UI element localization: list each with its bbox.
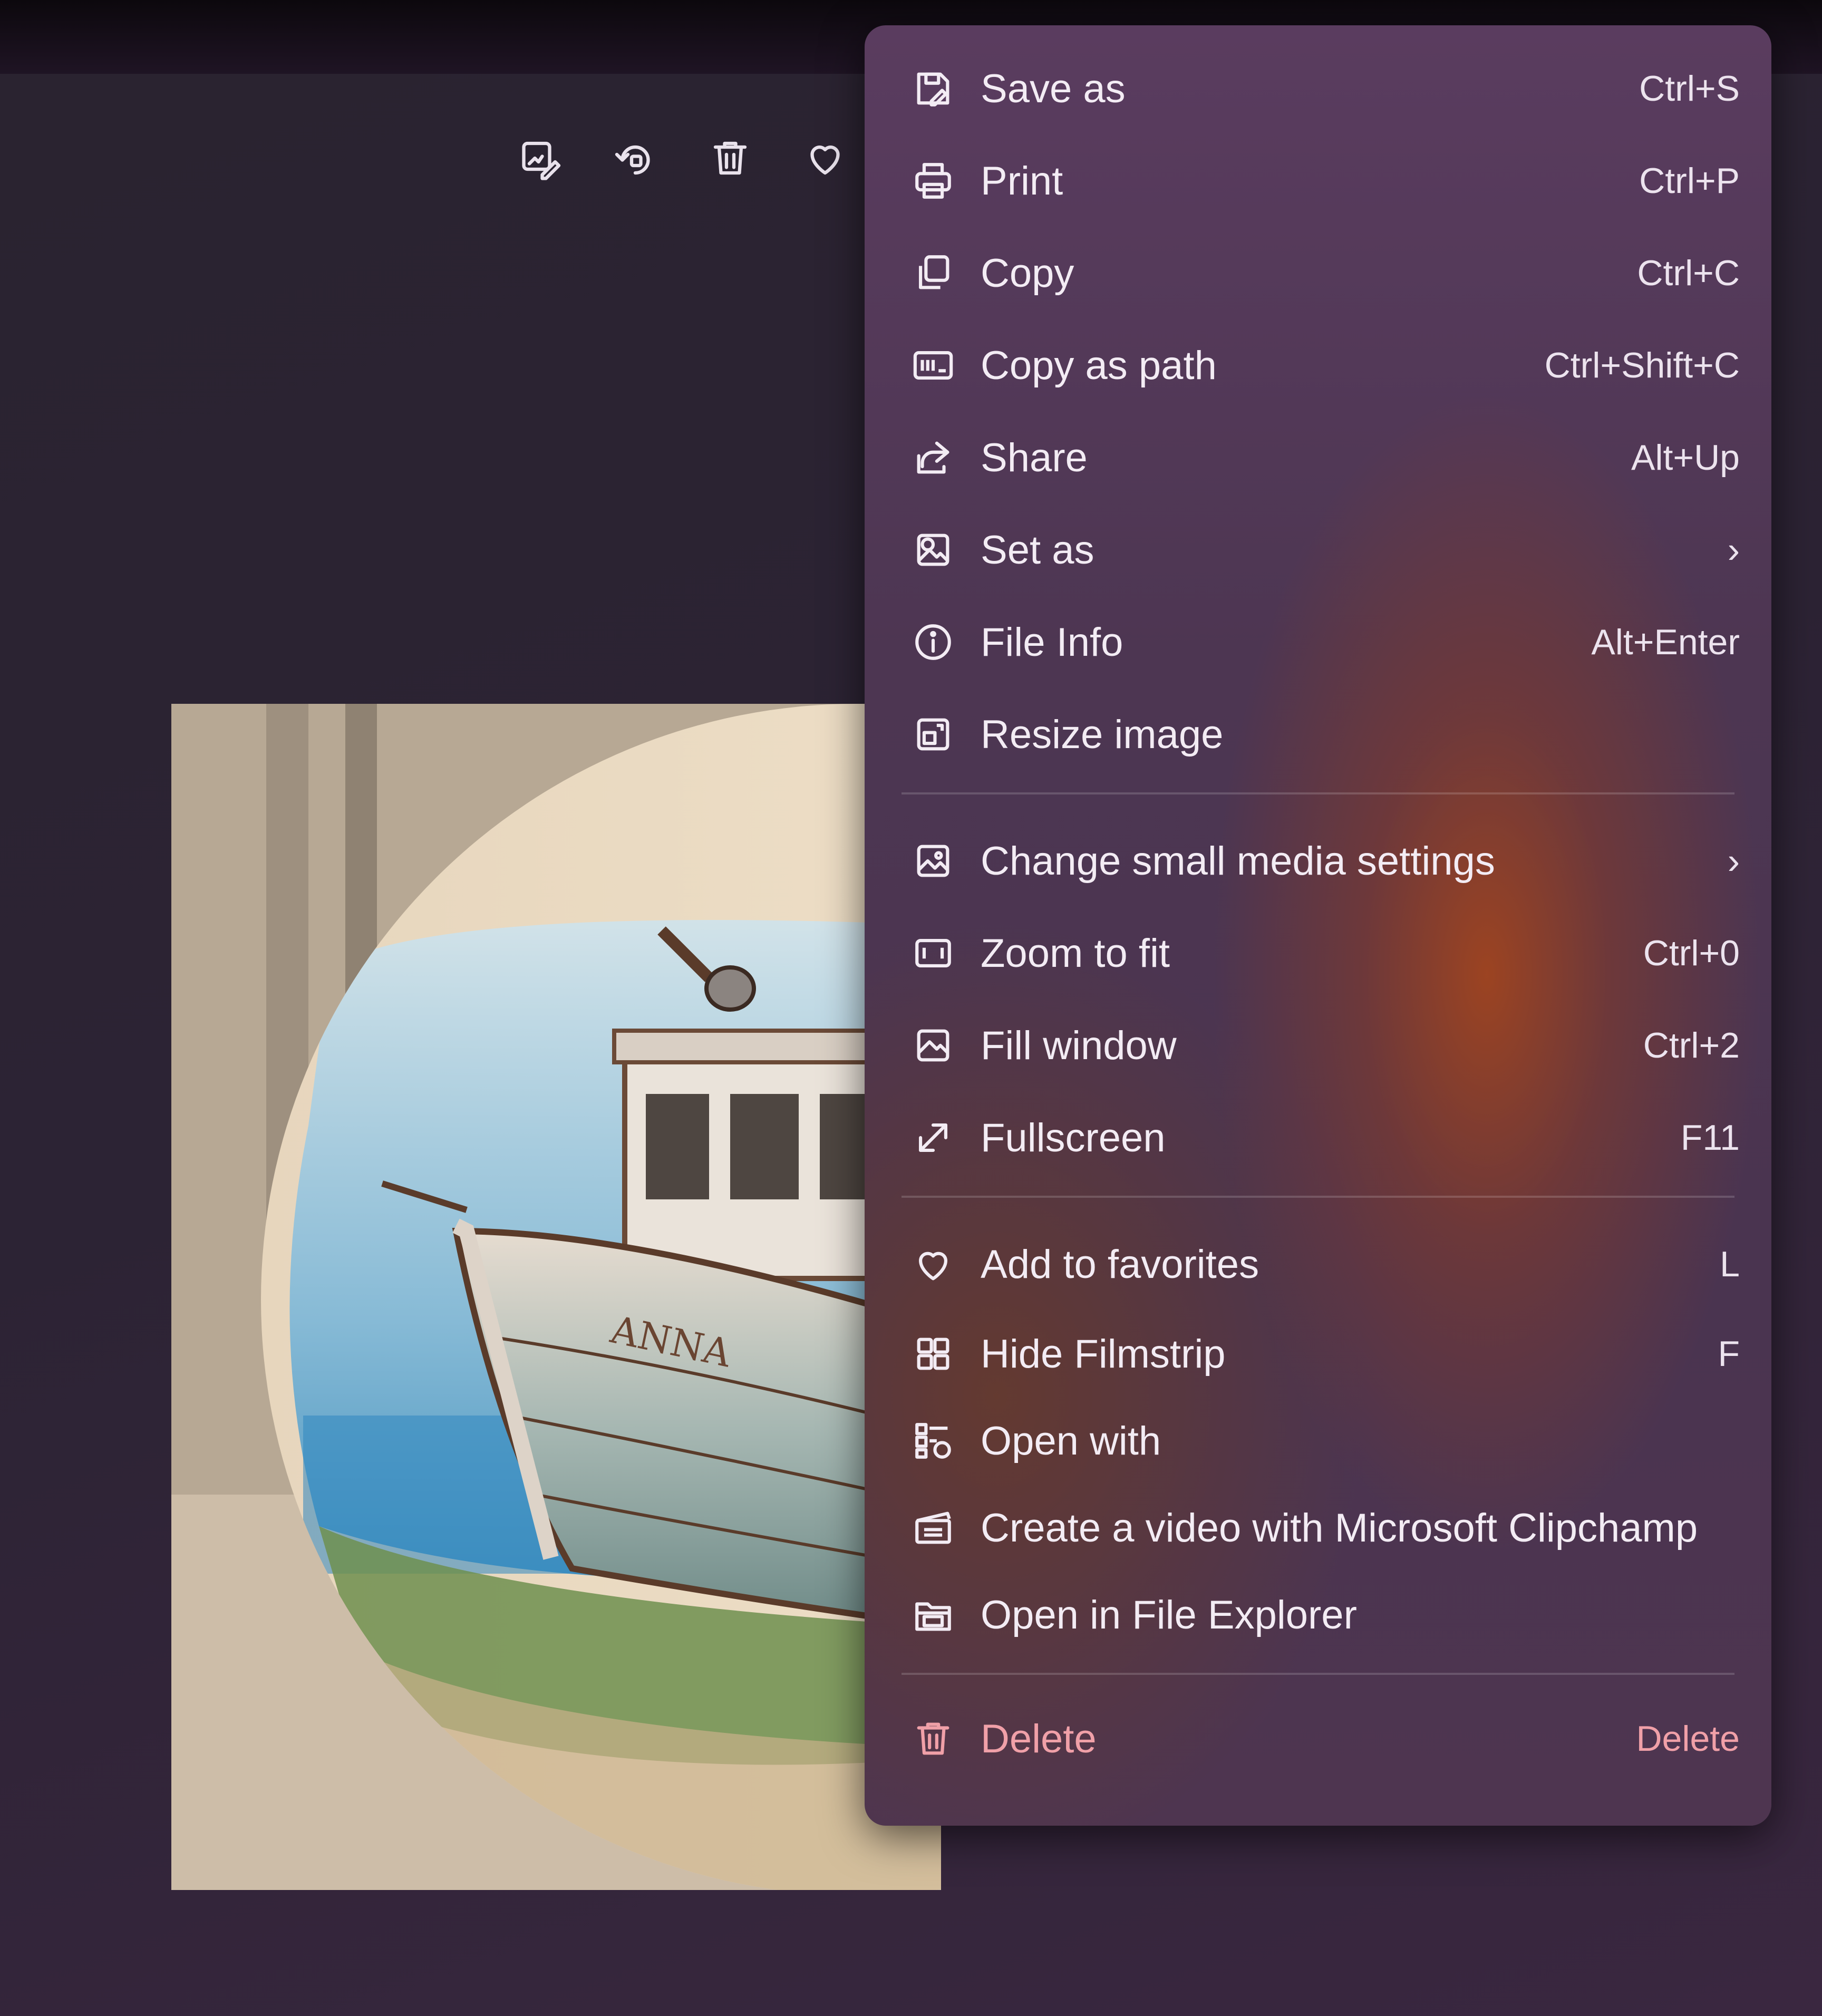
menu-separator bbox=[902, 1196, 1734, 1198]
copy-path-icon bbox=[907, 339, 960, 392]
context-menu: Save as Ctrl+S Print Ctrl+P Copy Ctrl+C … bbox=[865, 25, 1771, 1826]
menu-item-shortcut: Ctrl+P bbox=[1639, 161, 1740, 201]
edit-image-button[interactable] bbox=[503, 121, 577, 195]
resize-icon bbox=[907, 708, 960, 761]
menu-item-print[interactable]: Print Ctrl+P bbox=[907, 139, 1740, 223]
share-icon bbox=[907, 431, 960, 484]
heart-icon bbox=[810, 146, 840, 175]
menu-item-shortcut: Ctrl+S bbox=[1639, 69, 1740, 109]
menu-item-resize-image[interactable]: Resize image bbox=[907, 692, 1740, 777]
rotate-button[interactable] bbox=[598, 121, 672, 195]
menu-item-zoom-to-fit[interactable]: Zoom to fit Ctrl+0 bbox=[907, 911, 1740, 995]
menu-item-shortcut: Ctrl+2 bbox=[1643, 1025, 1740, 1065]
menu-item-shortcut: Alt+Enter bbox=[1591, 622, 1740, 662]
menu-item-copy-as-path[interactable]: Copy as path Ctrl+Shift+C bbox=[907, 323, 1740, 408]
save-as-icon bbox=[907, 62, 960, 115]
zoom-fit-icon bbox=[907, 927, 960, 980]
chevron-right-icon: › bbox=[1727, 840, 1740, 881]
menu-item-label: Resize image bbox=[981, 712, 1224, 757]
menu-item-label: Share bbox=[981, 435, 1088, 480]
edit-image-icon bbox=[522, 141, 561, 180]
media-settings-icon bbox=[907, 835, 960, 887]
menu-item-label: Create a video with Microsoft Clipchamp bbox=[981, 1505, 1698, 1550]
menu-item-create-video-clipchamp[interactable]: Create a video with Microsoft Clipchamp bbox=[907, 1486, 1740, 1570]
menu-item-open-with[interactable]: Open with bbox=[907, 1399, 1740, 1483]
open-with-icon bbox=[907, 1414, 960, 1467]
menu-item-file-info[interactable]: File Info Alt+Enter bbox=[907, 600, 1740, 684]
menu-item-label: Add to favorites bbox=[981, 1242, 1259, 1287]
menu-item-fullscreen[interactable]: Fullscreen F11 bbox=[907, 1096, 1740, 1180]
photo-preview[interactable]: ANNA bbox=[171, 704, 941, 1890]
menu-item-label: Hide Filmstrip bbox=[981, 1331, 1226, 1377]
menu-item-hide-filmstrip[interactable]: Hide Filmstrip F bbox=[907, 1312, 1740, 1396]
copy-icon bbox=[907, 247, 960, 299]
menu-item-shortcut: F11 bbox=[1680, 1118, 1740, 1158]
menu-item-label: File Info bbox=[981, 619, 1123, 665]
menu-item-open-in-file-explorer[interactable]: Open in File Explorer bbox=[907, 1573, 1740, 1657]
menu-item-label: Fullscreen bbox=[981, 1115, 1166, 1160]
photos-app-window: ANNA Save as Ctrl+S Print Ctrl+P Copy Ct… bbox=[0, 25, 1822, 2016]
menu-item-change-small-media-settings[interactable]: Change small media settings › bbox=[907, 819, 1740, 903]
menu-item-shortcut: L bbox=[1720, 1244, 1740, 1284]
menu-item-save-as[interactable]: Save as Ctrl+S bbox=[907, 46, 1740, 131]
trash-icon bbox=[713, 141, 747, 175]
clipchamp-icon bbox=[907, 1501, 960, 1554]
menu-item-delete[interactable]: Delete Delete bbox=[907, 1697, 1740, 1781]
set-as-icon bbox=[907, 524, 960, 576]
menu-item-fill-window[interactable]: Fill window Ctrl+2 bbox=[907, 1003, 1740, 1088]
boat-painting-image: ANNA bbox=[171, 704, 941, 1890]
chevron-right-icon: › bbox=[1727, 529, 1740, 570]
info-icon bbox=[907, 616, 960, 668]
menu-item-label: Save as bbox=[981, 66, 1126, 111]
favorite-button[interactable] bbox=[788, 121, 862, 195]
menu-item-shortcut: F bbox=[1718, 1334, 1740, 1374]
trash-icon bbox=[907, 1712, 960, 1765]
menu-item-label: Copy bbox=[981, 250, 1074, 296]
menu-item-label: Zoom to fit bbox=[981, 931, 1170, 976]
menu-item-label: Open with bbox=[981, 1418, 1161, 1463]
menu-item-label: Print bbox=[981, 158, 1063, 203]
menu-separator bbox=[902, 792, 1734, 794]
folder-icon bbox=[907, 1588, 960, 1641]
menu-item-add-to-favorites[interactable]: Add to favorites L bbox=[907, 1222, 1740, 1306]
fill-window-icon bbox=[907, 1019, 960, 1072]
menu-item-label: Open in File Explorer bbox=[981, 1592, 1357, 1637]
menu-item-shortcut: Alt+Up bbox=[1631, 438, 1740, 478]
filmstrip-icon bbox=[907, 1327, 960, 1380]
menu-item-label: Change small media settings bbox=[981, 838, 1495, 884]
menu-separator bbox=[902, 1673, 1734, 1675]
heart-icon bbox=[907, 1238, 960, 1291]
menu-item-share[interactable]: Share Alt+Up bbox=[907, 415, 1740, 500]
menu-item-shortcut: Ctrl+0 bbox=[1643, 933, 1740, 973]
menu-item-shortcut: Ctrl+Shift+C bbox=[1544, 345, 1740, 385]
printer-icon bbox=[907, 154, 960, 207]
menu-item-set-as[interactable]: Set as › bbox=[907, 508, 1740, 592]
menu-item-label: Copy as path bbox=[981, 343, 1217, 388]
menu-item-copy[interactable]: Copy Ctrl+C bbox=[907, 231, 1740, 315]
delete-button[interactable] bbox=[693, 121, 767, 195]
menu-item-label: Delete bbox=[981, 1716, 1097, 1761]
menu-item-shortcut: Delete bbox=[1636, 1719, 1740, 1759]
menu-item-shortcut: Ctrl+C bbox=[1637, 253, 1740, 293]
menu-item-label: Fill window bbox=[981, 1023, 1177, 1068]
rotate-icon bbox=[615, 145, 650, 175]
fullscreen-icon bbox=[907, 1111, 960, 1164]
menu-item-label: Set as bbox=[981, 527, 1094, 573]
